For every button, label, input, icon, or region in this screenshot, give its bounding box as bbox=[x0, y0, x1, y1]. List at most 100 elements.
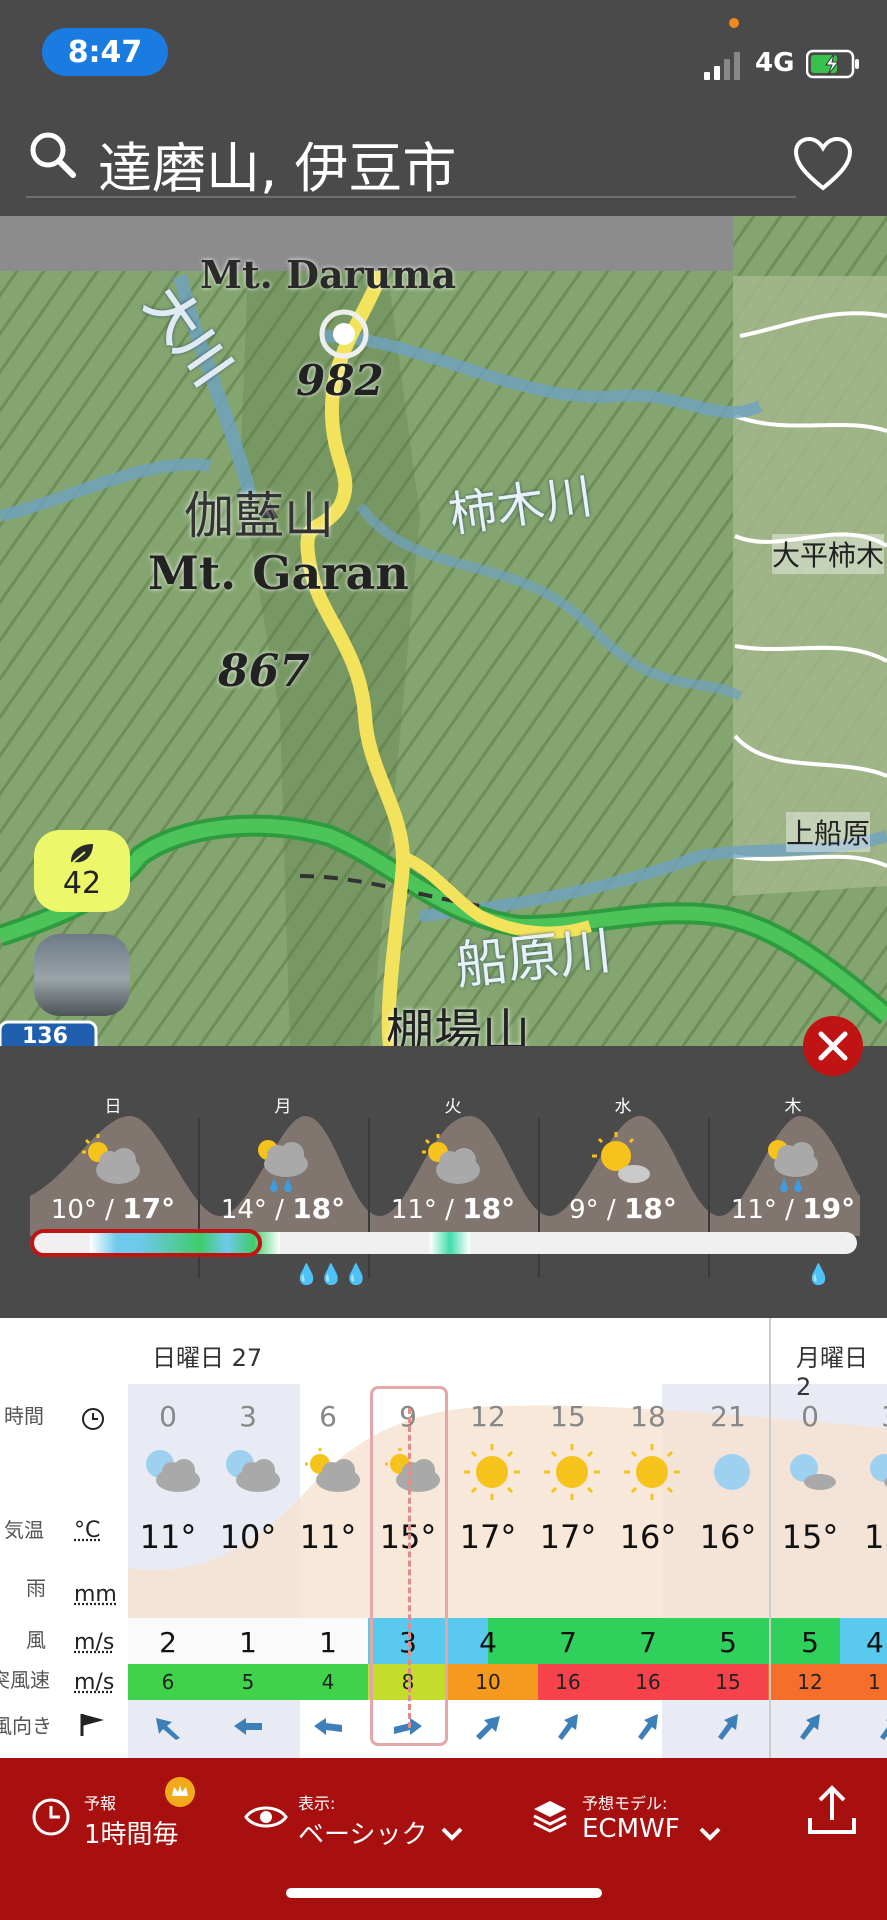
battery-icon bbox=[806, 49, 859, 79]
night-cloudy-icon bbox=[790, 1454, 836, 1490]
day-low-temp: 11° bbox=[730, 1195, 777, 1225]
day-high-temp: 18° bbox=[462, 1192, 516, 1225]
hour-temperature: 16° bbox=[619, 1518, 677, 1556]
network-type: 4G bbox=[755, 48, 795, 78]
mostly-sunny-icon bbox=[592, 1132, 650, 1183]
day-low-temp: 11° bbox=[390, 1195, 437, 1225]
hour-wind-speed: 5 bbox=[719, 1626, 737, 1659]
wind-direction-arrow-icon bbox=[880, 1719, 887, 1740]
sunny-icon bbox=[624, 1444, 680, 1500]
day-high-temp: 18° bbox=[292, 1192, 346, 1225]
leaf-icon bbox=[71, 843, 93, 863]
row-label-gust: 突風速 bbox=[0, 1668, 50, 1692]
day-card[interactable]: 月 14° / 18° bbox=[198, 1046, 368, 1246]
search-underline bbox=[26, 196, 796, 198]
wind-direction-arrow-icon bbox=[234, 1718, 262, 1735]
map-label-peak-867: 867 bbox=[218, 646, 310, 697]
wind-direction-arrow-icon bbox=[718, 1714, 738, 1740]
share-icon[interactable] bbox=[806, 1784, 858, 1838]
hour-gust-speed: 4 bbox=[321, 1670, 335, 1694]
day-high-temp: 17° bbox=[122, 1192, 176, 1225]
hour-label: 6 bbox=[319, 1400, 337, 1433]
map-label-ohira-kakinoki: 大平柿木 bbox=[772, 534, 885, 574]
map-label-peak-982: 982 bbox=[296, 356, 384, 405]
hour-label: 0 bbox=[801, 1400, 819, 1433]
hour-temperature: 11° bbox=[139, 1518, 197, 1556]
hourly-forecast-table[interactable]: 日曜日 27 月曜日 2 時間 気温 °C 雨 mm 風 m/s 突風速 m/s… bbox=[0, 1318, 887, 1758]
day-temps: 9° / 18° bbox=[569, 1192, 677, 1225]
day-name: 水 bbox=[614, 1097, 632, 1117]
home-indicator[interactable] bbox=[286, 1888, 602, 1898]
map-terrain bbox=[0, 216, 887, 1046]
close-forecast-button[interactable] bbox=[803, 1016, 863, 1076]
rain-cloud-icon bbox=[258, 1140, 308, 1192]
wind-direction-arrow-icon bbox=[476, 1716, 500, 1740]
wind-direction-arrow-icon bbox=[800, 1714, 820, 1740]
air-quality-badge[interactable]: 42 bbox=[34, 830, 130, 912]
partly-cloudy-icon bbox=[305, 1448, 360, 1492]
unit-gust-ms: m/s bbox=[74, 1670, 115, 1695]
hour-label: 3 bbox=[239, 1400, 257, 1433]
hour-temperature: 11° bbox=[299, 1518, 357, 1556]
day-low-temp: 14° bbox=[220, 1195, 267, 1225]
hour-wind-speed: 1 bbox=[319, 1626, 337, 1659]
search-bar[interactable]: 達磨山, 伊豆市 bbox=[0, 108, 887, 216]
hour-wind-speed: 7 bbox=[639, 1626, 657, 1659]
signal-icon bbox=[704, 52, 740, 80]
wind-direction-arrow-icon bbox=[558, 1714, 578, 1740]
hour-label: 0 bbox=[159, 1400, 177, 1433]
hour-wind-speed: 5 bbox=[801, 1626, 819, 1659]
map-label-mt-tanaba: 棚場山 bbox=[386, 1004, 531, 1046]
hour-temperature: 17° bbox=[459, 1518, 517, 1556]
rain-cloud-icon bbox=[768, 1140, 818, 1192]
date-header-sunday: 日曜日 27 bbox=[152, 1344, 263, 1372]
display-label: 表示: bbox=[298, 1794, 336, 1813]
search-icon[interactable] bbox=[28, 130, 78, 180]
status-bar: 8:47 4G bbox=[0, 0, 887, 108]
forecast-label: 予報 bbox=[84, 1794, 117, 1813]
map-label-mt-garan-en: Mt. Garan bbox=[148, 546, 409, 600]
day-card[interactable]: 水 9° / 18° bbox=[538, 1046, 708, 1246]
sunny-icon bbox=[544, 1444, 600, 1500]
hour-label: 21 bbox=[710, 1400, 746, 1433]
hour-wind-speed: 2 bbox=[159, 1626, 177, 1659]
day-card[interactable]: 火 11° / 18° bbox=[368, 1046, 538, 1246]
partly-cloudy-icon bbox=[422, 1134, 480, 1184]
wind-direction-arrow-icon bbox=[314, 1718, 342, 1735]
display-value: ベーシック bbox=[298, 1820, 428, 1850]
day-name: 月 bbox=[274, 1097, 292, 1117]
day-name: 火 bbox=[444, 1097, 462, 1117]
webcam-thumbnail[interactable] bbox=[34, 934, 130, 1016]
hour-temperature: 16° bbox=[699, 1518, 757, 1556]
hour-wind-speed: 7 bbox=[559, 1626, 577, 1659]
search-input[interactable]: 達磨山, 伊豆市 bbox=[98, 124, 456, 203]
layers-icon bbox=[533, 1801, 567, 1833]
map-label-mt-garan-jp: 伽藍山 bbox=[184, 487, 334, 545]
crown-icon bbox=[165, 1777, 195, 1807]
hour-gust-speed: 6 bbox=[161, 1670, 175, 1694]
clock-icon bbox=[32, 1798, 70, 1836]
unit-celsius: °C bbox=[74, 1518, 101, 1543]
day-temps: 11° / 19° bbox=[730, 1192, 856, 1225]
privacy-indicator-dot bbox=[729, 18, 739, 28]
day-card[interactable]: 日 10° / 17° bbox=[28, 1046, 198, 1246]
hour-gust-speed: 16 bbox=[555, 1670, 581, 1694]
row-label-rain: 雨 bbox=[26, 1576, 46, 1600]
row-label-temperature: 気温 bbox=[4, 1518, 44, 1542]
day-high-temp: 19° bbox=[802, 1192, 856, 1225]
rain-drops-icon: 💧💧💧 bbox=[294, 1262, 369, 1286]
daily-forecast-panel[interactable]: 日 10° / 17° 月 14° / 18° 火 11° / 18° 水 9°… bbox=[0, 1046, 887, 1318]
topographic-map[interactable]: Mt. Daruma 982 大川 伽藍山 Mt. Garan 867 柿木川 … bbox=[0, 216, 887, 1046]
day-temps: 10° / 17° bbox=[50, 1192, 176, 1225]
unit-wind-ms: m/s bbox=[74, 1630, 115, 1655]
favorite-heart-icon[interactable] bbox=[793, 136, 853, 192]
hour-gust-speed: 5 bbox=[241, 1670, 255, 1694]
wind-direction-arrow-icon bbox=[156, 1718, 180, 1740]
day-low-temp: 9° bbox=[569, 1195, 599, 1225]
hour-wind-speed: 4 bbox=[866, 1626, 884, 1659]
clock-icon bbox=[82, 1408, 104, 1430]
day-card[interactable]: 木 11° / 19° bbox=[708, 1046, 878, 1246]
hour-label: 18 bbox=[630, 1400, 666, 1433]
hour-gust-speed: 16 bbox=[635, 1670, 661, 1694]
hour-temperature: 10° bbox=[219, 1518, 277, 1556]
